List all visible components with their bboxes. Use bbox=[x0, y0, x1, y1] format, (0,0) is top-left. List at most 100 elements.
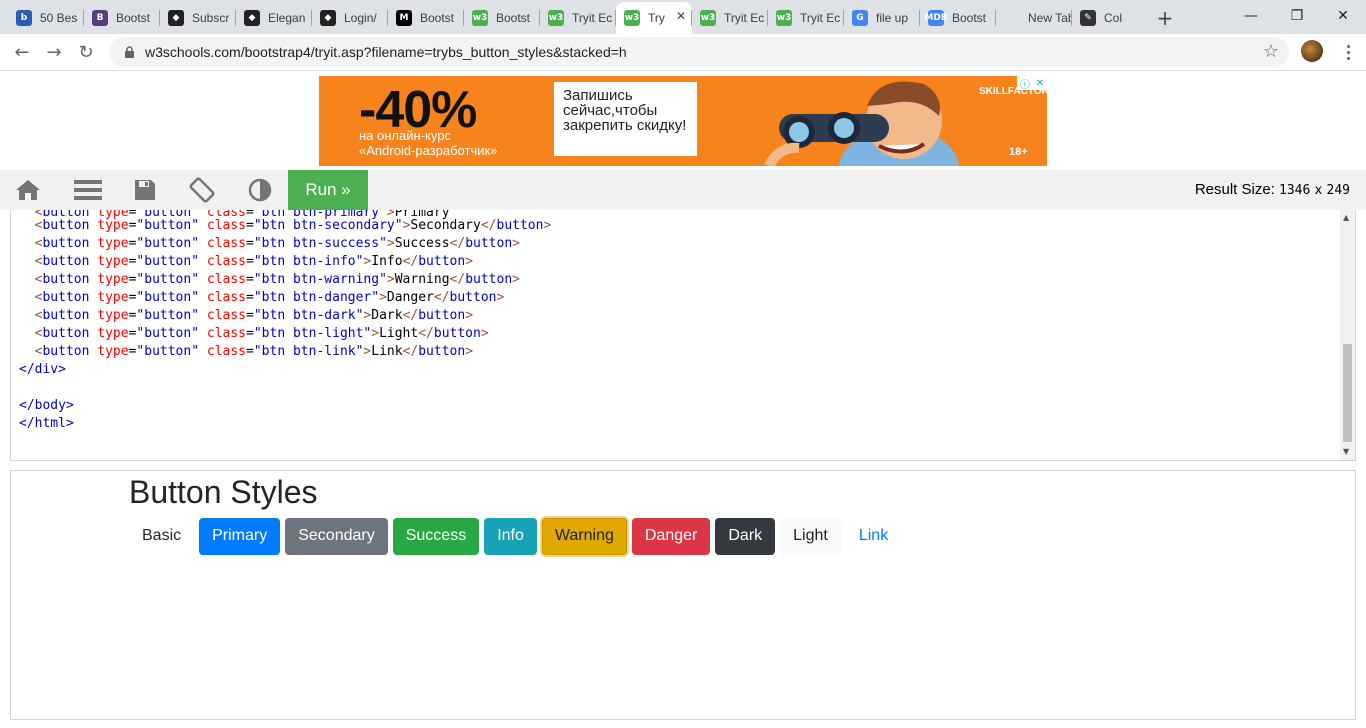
primary-button[interactable]: Primary bbox=[199, 517, 281, 555]
theme-contrast-icon[interactable] bbox=[240, 170, 280, 210]
new-tab-button[interactable]: + bbox=[1152, 5, 1178, 31]
warning-button[interactable]: Warning bbox=[541, 517, 627, 555]
tab-favicon-icon: G bbox=[852, 10, 868, 26]
tab-title: Try bbox=[648, 11, 665, 25]
result-height: 249 bbox=[1326, 183, 1350, 198]
menu-icon[interactable] bbox=[68, 170, 108, 210]
browser-tab[interactable]: ◆ Subscr bbox=[160, 4, 236, 32]
tab-favicon-icon: B bbox=[92, 10, 108, 26]
success-button[interactable]: Success bbox=[392, 517, 480, 555]
tab-favicon-icon bbox=[1004, 10, 1020, 26]
ad-age-rating: 18+ bbox=[1009, 146, 1028, 158]
tab-title: Tryit Ec bbox=[572, 11, 613, 25]
browser-tab[interactable]: ◆ Login/ bbox=[312, 4, 388, 32]
run-button[interactable]: Run » bbox=[288, 170, 368, 210]
browser-menu-icon[interactable] bbox=[1340, 40, 1356, 64]
tab-favicon-icon: w3 bbox=[776, 10, 792, 26]
code-line: <button type="button" class="btn btn-lin… bbox=[34, 344, 474, 359]
browser-tab[interactable]: w3 Tryit Ec bbox=[540, 4, 616, 32]
secondary-button[interactable]: Secondary bbox=[285, 517, 388, 555]
back-icon[interactable]: ← bbox=[9, 39, 35, 65]
tab-title: 50 Bes bbox=[40, 11, 78, 25]
bookmark-star-icon[interactable]: ☆ bbox=[1263, 41, 1279, 62]
scroll-down-icon[interactable]: ▼ bbox=[1343, 447, 1349, 456]
code-editor[interactable]: <button type="button" class="btn btn-pri… bbox=[10, 210, 1356, 461]
code-line: <button type="button" class="btn btn-war… bbox=[34, 272, 520, 287]
link-button[interactable]: Link bbox=[846, 518, 901, 555]
code-line-close-div: </div> bbox=[19, 362, 66, 377]
forward-icon[interactable]: → bbox=[41, 39, 67, 65]
dark-button[interactable]: Dark bbox=[715, 517, 776, 555]
minimize-button[interactable]: — bbox=[1228, 0, 1274, 32]
tab-favicon-icon: ◆ bbox=[244, 10, 260, 26]
browser-tab[interactable]: w3 Tryit Ec bbox=[768, 4, 844, 32]
browser-tab[interactable]: M Bootst bbox=[388, 4, 464, 32]
ad-line-2: «Android-разработчик» bbox=[359, 143, 498, 158]
code-line-close-html: </html> bbox=[19, 416, 74, 431]
ad-choices-icon[interactable]: ⓘ ✕ bbox=[1017, 76, 1047, 91]
info-button[interactable]: Info bbox=[484, 517, 537, 555]
url-text: w3schools.com/bootstrap4/tryit.asp?filen… bbox=[145, 44, 627, 60]
ad-illustration bbox=[764, 81, 959, 166]
tab-favicon-icon: MDB bbox=[924, 10, 948, 26]
code-line: <button type="button" class="btn btn-suc… bbox=[34, 236, 520, 251]
close-tab-icon[interactable]: ✕ bbox=[676, 9, 686, 23]
tab-favicon-icon: ◆ bbox=[168, 10, 184, 26]
save-icon[interactable] bbox=[125, 170, 165, 210]
tab-title: Col bbox=[1104, 11, 1123, 25]
tryit-toolbar: Run » Result Size: 1346 x 249 bbox=[0, 170, 1366, 210]
tab-favicon-icon: M bbox=[396, 10, 412, 26]
browser-tab[interactable]: w3 Tryit Ec bbox=[692, 4, 768, 32]
browser-tab[interactable]: ◆ Elegan bbox=[236, 4, 312, 32]
browser-tab[interactable]: Gfile up bbox=[844, 4, 920, 32]
browser-tab[interactable]: B Bootst bbox=[84, 4, 160, 32]
browser-tab[interactable]: b 50 Bes bbox=[8, 4, 84, 32]
editor-scrollbar[interactable]: ▲ ▼ bbox=[1340, 210, 1355, 460]
tab-strip: b 50 Bes B Bootst ◆ Subscr ◆ Elegan ◆ Login/M Boot… bbox=[0, 0, 1366, 34]
result-size: Result Size: 1346 x 249 bbox=[1195, 181, 1350, 198]
result-frame: Button Styles Basic Primary Secondary Su… bbox=[10, 470, 1356, 720]
tab-favicon-icon: ◆ bbox=[320, 10, 336, 26]
tab-title: New Tab bbox=[1028, 11, 1072, 25]
code-line: <button type="button" class="btn btn-sec… bbox=[34, 218, 552, 233]
ad-banner[interactable]: -40% на онлайн-курс «Android-разработчик… bbox=[319, 76, 1047, 166]
tab-title: Bootst bbox=[952, 11, 987, 25]
tab-title: Bootst bbox=[496, 11, 531, 25]
rotate-layout-icon[interactable] bbox=[182, 170, 222, 210]
code-line: <button type="button" class="btn btn-inf… bbox=[34, 254, 474, 269]
tab-favicon-icon: w3 bbox=[624, 10, 640, 26]
browser-tab[interactable]: w3 Try ✕ bbox=[616, 2, 692, 34]
danger-button[interactable]: Danger bbox=[631, 517, 711, 555]
scrollbar-thumb[interactable] bbox=[1343, 344, 1352, 442]
result-title: Button Styles bbox=[129, 474, 318, 510]
address-bar[interactable]: w3schools.com/bootstrap4/tryit.asp?filen… bbox=[109, 37, 1289, 67]
browser-tab[interactable]: w3 Bootst bbox=[464, 4, 540, 32]
browser-tab[interactable]: New Tab bbox=[996, 4, 1072, 32]
result-size-label: Result Size: bbox=[1194, 181, 1275, 198]
tab-favicon-icon: ✎ bbox=[1080, 10, 1096, 26]
code-line: <button type="button" class="btn btn-lig… bbox=[34, 326, 489, 341]
browser-toolbar: ← → ↻ w3schools.com/bootstrap4/tryit.asp… bbox=[0, 34, 1366, 71]
tab-favicon-icon: b bbox=[16, 10, 32, 26]
basic-button[interactable]: Basic bbox=[129, 518, 194, 555]
tab-title: Tryit Ec bbox=[724, 11, 765, 25]
home-icon[interactable] bbox=[8, 170, 48, 210]
code-line: <button type="button" class="btn btn-dar… bbox=[34, 308, 474, 323]
maximize-button[interactable]: ❐ bbox=[1274, 0, 1320, 32]
profile-avatar[interactable] bbox=[1301, 40, 1323, 62]
code-line-close-body: </body> bbox=[19, 398, 74, 413]
tab-title: Login/ bbox=[344, 11, 377, 25]
browser-tab[interactable]: MDB Bootst bbox=[920, 4, 996, 32]
button-row: Basic Primary Secondary Success Info War… bbox=[129, 517, 906, 555]
tab-favicon-icon: w3 bbox=[700, 10, 716, 26]
browser-tab[interactable]: ✎ Col bbox=[1072, 4, 1152, 32]
lock-icon bbox=[121, 44, 137, 60]
ad-line-1: на онлайн-курс bbox=[359, 128, 451, 143]
result-width: 1346 bbox=[1279, 183, 1311, 198]
scroll-up-icon[interactable]: ▲ bbox=[1343, 213, 1349, 222]
reload-icon[interactable]: ↻ bbox=[73, 39, 99, 65]
light-button[interactable]: Light bbox=[780, 517, 841, 555]
close-window-button[interactable]: ✕ bbox=[1320, 0, 1366, 32]
tab-title: Subscr bbox=[192, 11, 230, 25]
tab-favicon-icon: w3 bbox=[548, 10, 564, 26]
